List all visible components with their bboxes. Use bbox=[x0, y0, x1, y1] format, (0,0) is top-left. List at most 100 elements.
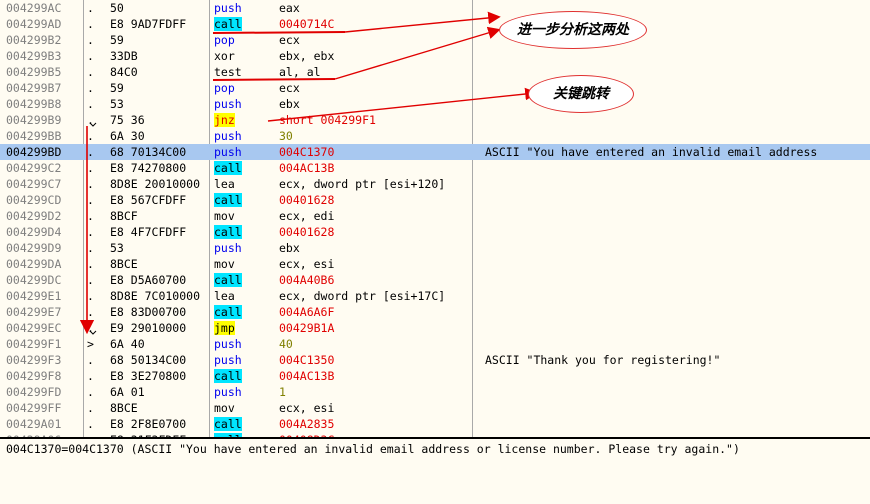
table-row[interactable]: 004299AD. E8 9AD7FDFF call 0040714C bbox=[0, 16, 870, 32]
hex-dump-cell: 8D8E 7C010000 bbox=[110, 289, 201, 303]
table-row[interactable]: 004299B7. 59 pop ecx bbox=[0, 80, 870, 96]
operand-cell: ecx, edi bbox=[279, 209, 335, 223]
comment-cell bbox=[485, 320, 870, 336]
mnemonic-cell: push bbox=[214, 353, 242, 367]
mnemonic-cell: push bbox=[214, 129, 242, 143]
hex-dump-cell: E8 D5A60700 bbox=[110, 273, 187, 287]
marker-cell: . bbox=[87, 241, 94, 255]
hex-dump-cell: E8 74270800 bbox=[110, 161, 187, 175]
table-row[interactable]: 004299D4. E8 4F7CFDFF call 00401628 bbox=[0, 224, 870, 240]
table-row[interactable]: 004299CD. E8 567CFDFF call 00401628 bbox=[0, 192, 870, 208]
marker-cell: . bbox=[87, 65, 94, 79]
marker-cell: > bbox=[87, 337, 94, 351]
table-row[interactable]: 004299B2. 59 pop ecx bbox=[0, 32, 870, 48]
mnemonic-cell: call bbox=[214, 225, 242, 239]
hex-dump-cell: E9 29010000 bbox=[110, 321, 187, 335]
comment-cell bbox=[485, 208, 870, 224]
table-row[interactable]: 004299BD. 68 70134C00 push 004C1370 ASCII "Y… bbox=[0, 144, 870, 160]
operand-cell: 1 bbox=[279, 385, 286, 399]
info-line: 004C1370=004C1370 (ASCII "You have enter… bbox=[6, 442, 740, 456]
mnemonic-cell: pop bbox=[214, 33, 235, 47]
hex-dump-cell: 75 36 bbox=[110, 113, 145, 127]
table-row[interactable]: 004299B3. 33DB xor ebx, ebx bbox=[0, 48, 870, 64]
table-row[interactable]: 004299AC. 50 push eax bbox=[0, 0, 870, 16]
table-row[interactable]: 004299F3. 68 50134C00 push 004C1350 ASCII "T… bbox=[0, 352, 870, 368]
comment-cell bbox=[485, 304, 870, 320]
hex-dump-cell: 8D8E 20010000 bbox=[110, 177, 201, 191]
mnemonic-cell: push bbox=[214, 145, 242, 159]
table-row[interactable]: 004299EC. E9 29010000 jmp 00429B1A bbox=[0, 320, 870, 336]
marker-cell: . bbox=[87, 49, 94, 63]
marker-cell: . bbox=[87, 225, 94, 239]
marker-cell: . bbox=[87, 193, 94, 207]
hex-dump-cell: 6A 30 bbox=[110, 129, 145, 143]
table-row[interactable]: 004299C2. E8 74270800 call 004AC13B bbox=[0, 160, 870, 176]
table-row[interactable]: 004299E7. E8 83D00700 call 004A6A6F bbox=[0, 304, 870, 320]
table-row[interactable]: 004299DA. 8BCE mov ecx, esi bbox=[0, 256, 870, 272]
mnemonic-cell: lea bbox=[214, 289, 235, 303]
hex-dump-cell: 8BCF bbox=[110, 209, 138, 223]
operand-cell: 004AC13B bbox=[279, 369, 335, 383]
table-row[interactable]: 004299BB. 6A 30 push 30 bbox=[0, 128, 870, 144]
mnemonic-cell: call bbox=[214, 161, 242, 175]
comment-cell bbox=[485, 336, 870, 352]
mnemonic-cell: push bbox=[214, 337, 242, 351]
table-row[interactable]: 004299FF. 8BCE mov ecx, esi bbox=[0, 400, 870, 416]
mnemonic-cell: mov bbox=[214, 209, 235, 223]
comment-cell bbox=[485, 176, 870, 192]
marker-cell: . bbox=[87, 209, 94, 223]
mnemonic-cell: call bbox=[214, 273, 242, 287]
comment-cell bbox=[485, 368, 870, 384]
operand-cell: 00429B1A bbox=[279, 321, 335, 335]
mnemonic-cell: test bbox=[214, 65, 242, 79]
table-row[interactable]: 004299D9. 53 push ebx bbox=[0, 240, 870, 256]
comment-cell bbox=[485, 288, 870, 304]
mnemonic-cell: jnz bbox=[214, 113, 235, 127]
comment-cell: ASCII "You have entered an invalid email… bbox=[485, 145, 818, 159]
marker-cell: . bbox=[87, 353, 94, 367]
hex-dump-cell: 8BCE bbox=[110, 257, 138, 271]
operand-cell: al, al bbox=[279, 65, 321, 79]
operand-cell: 00401628 bbox=[279, 193, 335, 207]
marker-cell: . bbox=[87, 257, 94, 271]
operand-cell: 004C1370 bbox=[279, 145, 335, 159]
operand-cell: 004C1350 bbox=[279, 353, 335, 367]
table-row[interactable]: 004299FD. 6A 01 push 1 bbox=[0, 384, 870, 400]
table-row[interactable]: 00429A01. E8 2F8E0700 call 004A2835 bbox=[0, 416, 870, 432]
annotation-bubble-analyze: 进一步分析这两处 bbox=[499, 11, 647, 49]
hex-dump-cell: 50 bbox=[110, 1, 124, 15]
info-pane: 004C1370=004C1370 (ASCII "You have enter… bbox=[0, 437, 870, 504]
table-row[interactable]: 004299B5. 84C0 test al, al bbox=[0, 64, 870, 80]
operand-cell: 004AC13B bbox=[279, 161, 335, 175]
operand-cell: 004A40B6 bbox=[279, 273, 335, 287]
comment-cell bbox=[485, 128, 870, 144]
table-row[interactable]: 004299B9. 75 36 jnz short 004299F1 bbox=[0, 112, 870, 128]
hex-dump-cell: E8 83D00700 bbox=[110, 305, 187, 319]
mnemonic-cell: call bbox=[214, 369, 242, 383]
operand-cell: ecx, dword ptr [esi+17C] bbox=[279, 289, 446, 303]
mnemonic-cell: pop bbox=[214, 81, 235, 95]
hex-dump-cell: 59 bbox=[110, 81, 124, 95]
hex-dump-cell: 8BCE bbox=[110, 401, 138, 415]
table-row[interactable]: 004299D2. 8BCF mov ecx, edi bbox=[0, 208, 870, 224]
operand-cell: ebx bbox=[279, 241, 300, 255]
comment-cell bbox=[485, 384, 870, 400]
table-row[interactable]: 004299F1 >6A 40 push 40 bbox=[0, 336, 870, 352]
mnemonic-cell: push bbox=[214, 1, 242, 15]
operand-cell: 00401628 bbox=[279, 225, 335, 239]
mnemonic-cell: xor bbox=[214, 49, 235, 63]
table-row[interactable]: 004299C7. 8D8E 20010000 lea ecx, dword ptr … bbox=[0, 176, 870, 192]
marker-cell: . bbox=[87, 177, 94, 191]
marker-cell: . bbox=[87, 97, 94, 111]
comment-cell bbox=[485, 256, 870, 272]
table-row[interactable]: 004299B8. 53 push ebx bbox=[0, 96, 870, 112]
table-row[interactable]: 004299DC. E8 D5A60700 call 004A40B6 bbox=[0, 272, 870, 288]
table-row[interactable]: 004299F8. E8 3E270800 call 004AC13B bbox=[0, 368, 870, 384]
operand-cell: 30 bbox=[279, 129, 293, 143]
comment-cell bbox=[485, 112, 870, 128]
marker-cell: . bbox=[87, 273, 94, 287]
table-row[interactable]: 004299E1. 8D8E 7C010000 lea ecx, dword ptr … bbox=[0, 288, 870, 304]
marker-cell: . bbox=[87, 113, 94, 127]
hex-dump-cell: E8 3E270800 bbox=[110, 369, 187, 383]
disassembly-pane[interactable]: 004299AC. 50 push eax 004299AD. E8 9AD7FDFF ca… bbox=[0, 0, 870, 437]
